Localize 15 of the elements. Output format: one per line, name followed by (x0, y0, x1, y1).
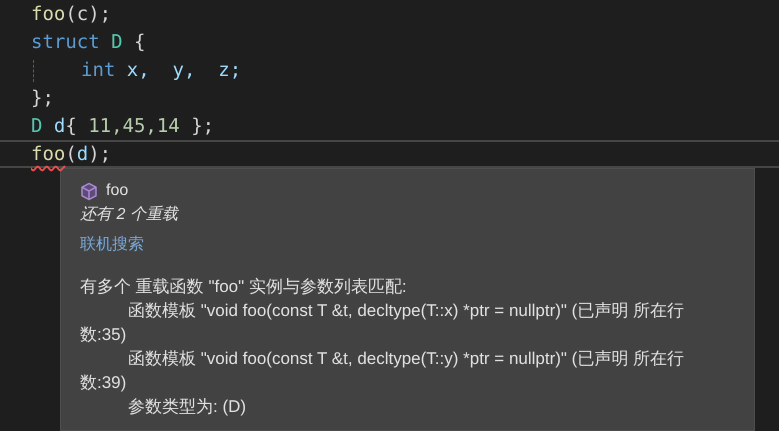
error-message-line: 函数模板 "void foo(const T &t, decltype(T::y) *ptr = nullptr)" (已声明 所在行数:39) (80, 348, 686, 394)
cube-icon (80, 182, 98, 200)
error-message-line: 参数类型为: (D) (127, 396, 248, 418)
code-line: }; (31, 86, 54, 111)
code-editor[interactable]: foo(c); struct D { int x, y, z; }; D d{ 11,45,14 }; foo(d); (0, 0, 779, 168)
code-line: struct D { (31, 30, 146, 55)
code-line: int x, y, z; (80, 58, 242, 83)
code-line: D d{ 11,45,14 }; (31, 114, 214, 139)
online-search-link[interactable]: 联机搜索 (80, 236, 144, 253)
overload-count: 还有 2 个重载 (80, 204, 180, 225)
error-message-line: 函数模板 "void foo(const T &t, decltype(T::x) *ptr = nullptr)" (已声明 所在行数:35) (80, 300, 686, 346)
symbol-name: foo (106, 182, 128, 200)
code-line: foo(c); (31, 2, 112, 27)
error-message-line: 有多个 重载函数 "foo" 实例与参数列表匹配: (80, 276, 408, 298)
code-line: foo(d); (31, 142, 112, 166)
